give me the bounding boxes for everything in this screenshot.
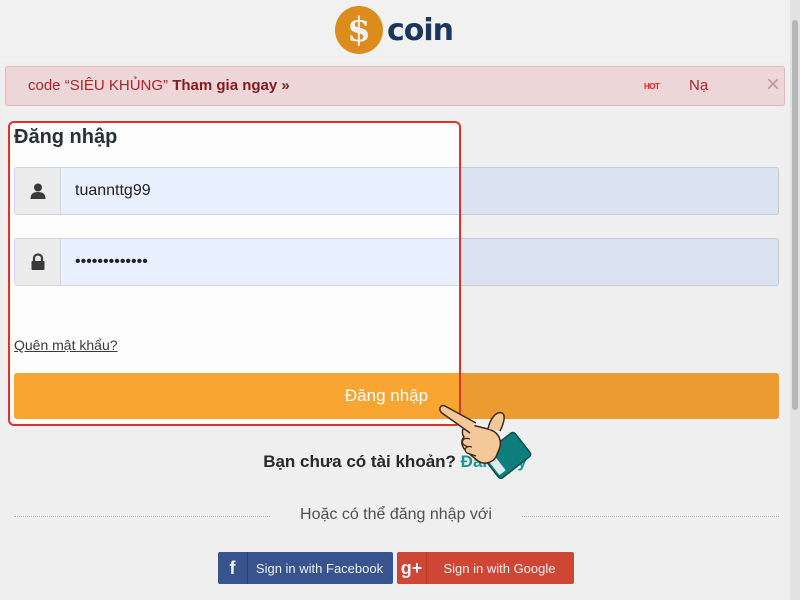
coin-logo-icon: $ <box>335 6 383 54</box>
facebook-signin-button[interactable]: f Sign in with Facebook <box>218 552 393 584</box>
facebook-signin-label: Sign in with Facebook <box>255 560 384 576</box>
google-plus-icon: g+ <box>397 552 427 584</box>
alt-login-text: Hoặc có thể đăng nhập với <box>300 506 492 523</box>
register-link[interactable]: Đăng ký <box>461 452 527 471</box>
username-input[interactable] <box>61 168 778 214</box>
site-logo[interactable]: $ coin <box>335 5 454 55</box>
google-signin-button[interactable]: g+ Sign in with Google <box>397 552 574 584</box>
login-title: Đăng nhập <box>14 126 118 148</box>
site-header: $ coin <box>0 0 800 62</box>
scrollbar-thumb[interactable] <box>792 20 798 410</box>
hot-badge: HOT <box>644 82 660 91</box>
promo-banner: code “SIÊU KHỦNG” Tham gia ngay » HOT Nạ… <box>5 66 785 106</box>
lock-icon <box>15 239 61 285</box>
user-icon <box>15 168 61 214</box>
promo-next-text: Nạ <box>689 77 709 94</box>
forgot-password-link[interactable]: Quên mật khẩu? <box>14 337 118 353</box>
banner-close-button[interactable]: × <box>766 71 780 99</box>
divider-left <box>14 516 270 517</box>
login-submit-button[interactable]: Đăng nhập <box>14 373 779 419</box>
password-input[interactable] <box>61 239 778 285</box>
username-field <box>14 167 779 215</box>
register-prompt-text: Bạn chưa có tài khoản? <box>263 452 456 471</box>
divider-right <box>522 516 779 517</box>
password-field <box>14 238 779 286</box>
promo-join-link[interactable]: Tham gia ngay » <box>172 77 290 94</box>
google-signin-label: Sign in with Google <box>443 560 556 576</box>
promo-marquee-text: code “SIÊU KHỦNG” Tham gia ngay » <box>28 77 290 94</box>
page-scrollbar[interactable] <box>790 0 800 600</box>
register-prompt: Bạn chưa có tài khoản? Đăng ký <box>0 452 790 472</box>
logo-wordmark: coin <box>387 12 454 48</box>
promo-prefix: code “SIÊU KHỦNG” <box>28 77 169 94</box>
facebook-icon: f <box>218 552 248 584</box>
logo-symbol: $ <box>347 10 371 50</box>
